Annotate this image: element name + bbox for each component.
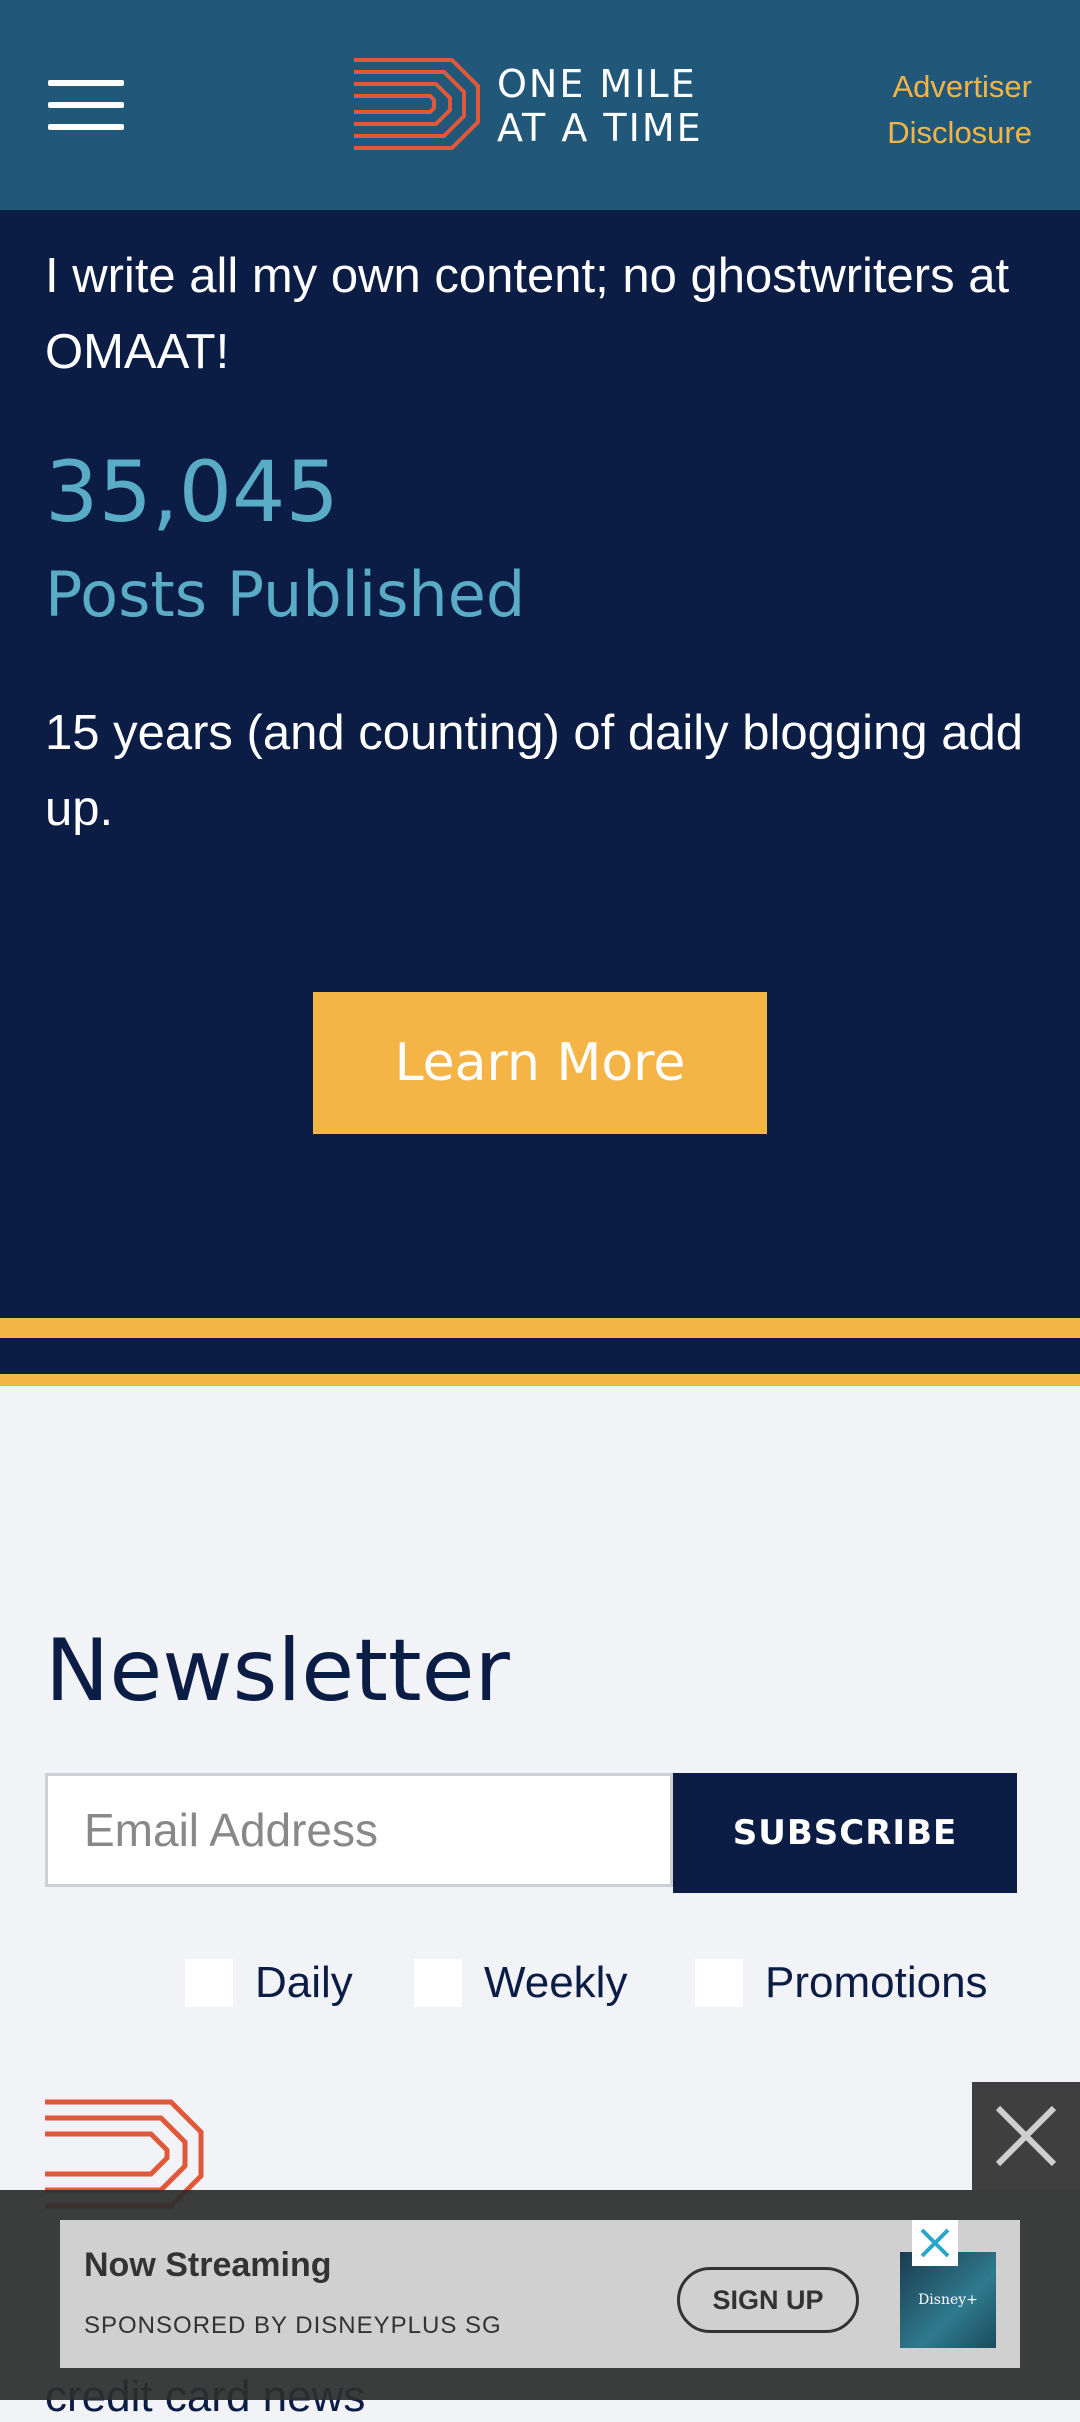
promotions-checkbox[interactable] [695, 1959, 743, 2007]
promo-intro-text: I write all my own content; no ghostwrit… [45, 249, 1010, 379]
ad-collapse-button[interactable] [972, 2082, 1080, 2190]
email-field[interactable] [45, 1773, 673, 1887]
logo-line-1: ONE MILE [497, 62, 697, 106]
ad-signup-button[interactable]: SIGN UP [677, 2267, 859, 2333]
divider-stripe-bottom [0, 1374, 1080, 1386]
close-icon [995, 2105, 1057, 2167]
ad-thumbnail[interactable]: Disney+ [900, 2252, 996, 2348]
disclosure-line-1: Advertiser [892, 69, 1032, 104]
option-weekly[interactable]: Weekly [414, 1958, 627, 2008]
menu-icon[interactable] [48, 80, 124, 132]
daily-checkbox[interactable] [185, 1959, 233, 2007]
logo-wordmark: ONE MILE AT A TIME [497, 62, 703, 150]
logo-line-2: AT A TIME [497, 106, 703, 150]
ad-close-button[interactable] [912, 2220, 958, 2266]
weekly-checkbox[interactable] [414, 1959, 462, 2007]
weekly-label: Weekly [484, 1958, 628, 2007]
ad-banner[interactable]: Now Streaming SPONSORED BY DISNEYPLUS SG… [60, 2220, 1020, 2368]
logo-mark-icon [354, 58, 480, 150]
promotions-label: Promotions [765, 1958, 988, 2007]
learn-more-button[interactable]: Learn More [313, 992, 767, 1134]
ad-title: Now Streaming [84, 2246, 332, 2284]
ad-sponsor: SPONSORED BY DISNEYPLUS SG [84, 2312, 502, 2339]
subscribe-button[interactable]: SUBSCRIBE [673, 1773, 1017, 1893]
site-logo[interactable]: ONE MILE AT A TIME [352, 56, 732, 152]
promo-blurb: 15 years (and counting) of daily bloggin… [45, 706, 1023, 836]
option-promotions[interactable]: Promotions [695, 1958, 988, 2008]
daily-label: Daily [255, 1958, 353, 2007]
disclosure-line-2: Disclosure [887, 115, 1032, 150]
ad-close-icon [920, 2228, 950, 2258]
advertiser-disclosure-link[interactable]: Advertiser Disclosure [887, 64, 1032, 156]
author-promo-section: I write all my own content; no ghostwrit… [0, 210, 1080, 1318]
option-daily[interactable]: Daily [185, 1958, 353, 2008]
divider-stripe-middle [0, 1338, 1080, 1374]
site-header: ONE MILE AT A TIME Advertiser Disclosure [0, 0, 1080, 210]
divider-stripe-top [0, 1318, 1080, 1338]
ad-thumbnail-label: Disney+ [918, 2292, 978, 2308]
posts-count: 35,045 [45, 443, 339, 541]
newsletter-heading: Newsletter [45, 1621, 510, 1721]
posts-count-label: Posts Published [45, 558, 526, 631]
